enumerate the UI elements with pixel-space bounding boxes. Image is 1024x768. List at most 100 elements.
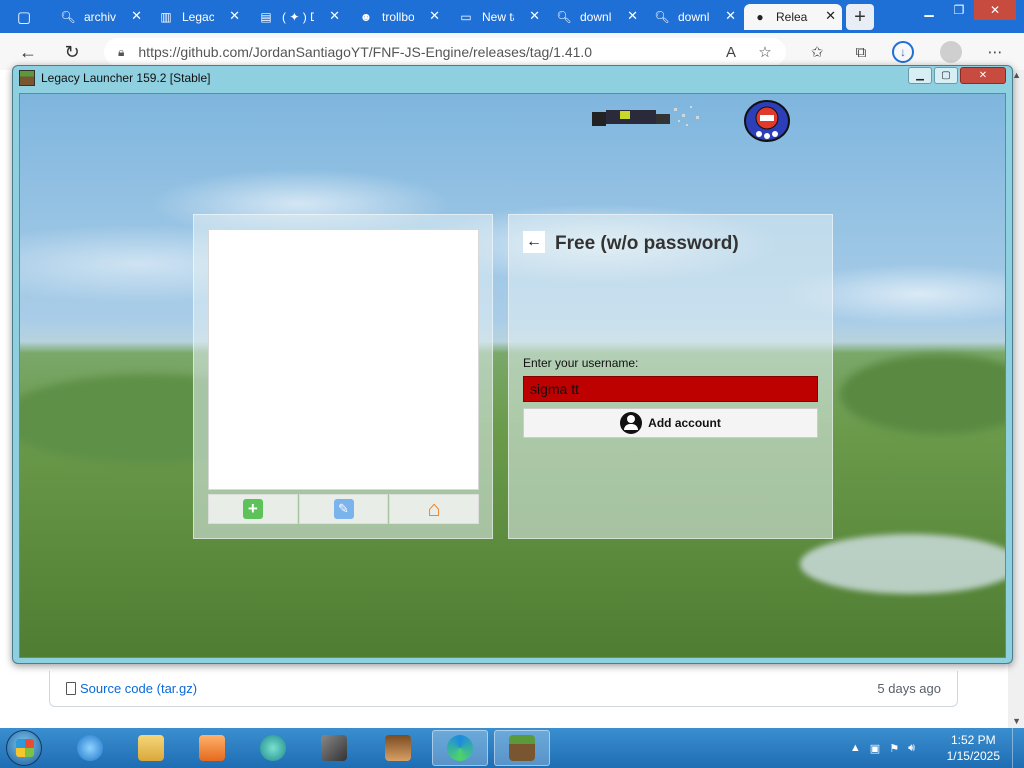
launcher-maximize-button[interactable]: ▢: [934, 67, 958, 84]
taskbar-edge[interactable]: [432, 730, 488, 766]
url-text[interactable]: https://github.com/JordanSantiagoYT/FNF-…: [138, 44, 592, 60]
browser-tab-1[interactable]: 🔍︎ archive ✕: [52, 4, 148, 30]
windows-logo-icon: [16, 739, 34, 757]
windows-taskbar: ▲ ▣ ⚑ 🔊︎ 1:52 PM 1/15/2025: [0, 728, 1024, 768]
clock-time: 1:52 PM: [950, 733, 996, 747]
back-arrow-button[interactable]: ←: [523, 231, 545, 253]
taskbar-character-app[interactable]: [370, 730, 426, 766]
address-bar[interactable]: 🔒︎ https://github.com/JordanSantiagoYT/F…: [104, 38, 786, 66]
tab-title: downl: [580, 10, 612, 24]
clock-date: 1/15/2025: [946, 749, 1000, 763]
tab-title: New ta: [482, 10, 514, 24]
grass-block-icon: [19, 70, 35, 86]
browser-tab-strip: ▢ 🔍︎ archive ✕ ▥ Legacy ✕ ▤ ( ✦ ) D ✕ ☻ …: [0, 0, 1024, 33]
tab-title: Legacy: [182, 10, 214, 24]
launcher-minimize-button[interactable]: ▁: [908, 67, 932, 84]
close-icon[interactable]: ✕: [329, 8, 340, 24]
taskbar-ie[interactable]: [62, 730, 118, 766]
taskbar-app-4[interactable]: [245, 730, 301, 766]
show-hidden-icons[interactable]: ▲: [850, 742, 861, 754]
back-arrow-icon[interactable]: ←: [16, 40, 40, 64]
taskbar-explorer[interactable]: [123, 730, 179, 766]
github-icon: ●: [756, 10, 764, 24]
flag-icon[interactable]: ⚑: [889, 742, 899, 755]
character-app-icon: [385, 735, 411, 761]
browser-tab-5[interactable]: ▭ New ta ✕: [450, 4, 546, 30]
new-tab-button[interactable]: +: [846, 4, 874, 30]
launcher-background: + ✎ ⌂ ← Free (w/o password) Enter your u…: [19, 93, 1006, 658]
edge-browser-icon: [447, 735, 473, 761]
collections-icon[interactable]: ⧉: [850, 41, 872, 63]
read-aloud-icon[interactable]: A: [720, 41, 742, 63]
account-list[interactable]: [208, 229, 479, 490]
search-icon: 🔍︎: [60, 10, 76, 24]
user-avatar-icon: [620, 412, 643, 434]
lock-icon: 🔒︎: [118, 44, 125, 59]
close-icon[interactable]: ✕: [725, 8, 736, 24]
close-icon[interactable]: ✕: [825, 8, 836, 24]
archive-app-icon: [321, 735, 347, 761]
newtab-icon: ▭: [460, 10, 472, 24]
browser-tab-8-active[interactable]: ● Releas ✕: [744, 4, 842, 30]
tab-title: ( ✦ ) D: [282, 10, 314, 24]
sphere-app-icon: [260, 735, 286, 761]
grass-block-icon: [509, 735, 535, 761]
more-menu-icon[interactable]: ⋯: [984, 41, 1006, 63]
close-icon[interactable]: ✕: [627, 8, 638, 24]
browser-tab-2[interactable]: ▥ Legacy ✕: [150, 4, 246, 30]
browser-tab-6[interactable]: 🔍︎ downl ✕: [548, 4, 644, 30]
download-icon[interactable]: ↓: [892, 41, 914, 63]
home-button[interactable]: ⌂: [389, 494, 480, 524]
close-icon[interactable]: ✕: [229, 8, 240, 24]
start-button[interactable]: [6, 730, 42, 766]
add-account-label: Add account: [648, 416, 721, 430]
internet-explorer-icon: [77, 735, 103, 761]
tab-title: archive: [84, 10, 116, 24]
favorites-icon[interactable]: ✩: [806, 41, 828, 63]
tab-actions-icon[interactable]: ▢: [8, 6, 40, 28]
browser-tab-4[interactable]: ☻ trollbo ✕: [350, 4, 446, 30]
asset-ext[interactable]: (tar.gz): [157, 681, 197, 696]
minimize-button[interactable]: ▁: [914, 0, 944, 20]
asset-name[interactable]: Source code: [80, 681, 153, 696]
system-clock[interactable]: 1:52 PM 1/15/2025: [947, 732, 1000, 764]
refresh-icon[interactable]: ↻: [60, 40, 84, 64]
network-icon[interactable]: ▣: [870, 742, 880, 755]
tab-title: downl: [678, 10, 710, 24]
taskbar-winrar[interactable]: [306, 730, 362, 766]
browser-tab-3[interactable]: ▤ ( ✦ ) D ✕: [250, 4, 346, 30]
add-account-button[interactable]: Add account: [523, 408, 818, 438]
library-icon: ▥: [160, 10, 172, 24]
edit-account-button[interactable]: ✎: [298, 494, 389, 524]
tab-title: trollbo: [382, 10, 414, 24]
troll-icon: ☻: [359, 10, 373, 24]
background-river: [800, 534, 1005, 594]
browser-tab-7[interactable]: 🔍︎ downl ✕: [646, 4, 742, 30]
profile-avatar[interactable]: [940, 41, 962, 63]
scroll-up-icon[interactable]: ▲: [1012, 70, 1021, 80]
close-icon[interactable]: ✕: [429, 8, 440, 24]
pencil-icon: ✎: [333, 499, 354, 519]
taskbar-media-player[interactable]: [184, 730, 240, 766]
username-input[interactable]: [523, 376, 818, 402]
close-icon[interactable]: ✕: [529, 8, 540, 24]
asset-link[interactable]: Source code (tar.gz): [66, 681, 197, 696]
plus-icon: +: [242, 499, 263, 519]
favorite-star-icon[interactable]: ☆: [754, 41, 776, 63]
add-account-tool-button[interactable]: +: [208, 494, 298, 524]
show-desktop-button[interactable]: [1012, 728, 1024, 768]
flying-character-sprite: [592, 106, 699, 126]
account-form-panel: ← Free (w/o password) Enter your usernam…: [508, 214, 833, 539]
scroll-down-icon[interactable]: ▼: [1012, 716, 1021, 726]
legacy-launcher-window: Legacy Launcher 159.2 [Stable] ▁ ▢ ✕ + ✎…: [12, 65, 1013, 664]
username-label: Enter your username:: [523, 356, 639, 370]
restore-button[interactable]: ❐: [944, 0, 974, 20]
tab-title: Releas: [776, 10, 808, 24]
volume-icon[interactable]: 🔊︎: [908, 742, 915, 755]
taskbar-legacy-launcher[interactable]: [494, 730, 550, 766]
launcher-titlebar: Legacy Launcher 159.2 [Stable]: [19, 70, 210, 86]
close-window-button[interactable]: ✕: [974, 0, 1016, 20]
launcher-close-button[interactable]: ✕: [960, 67, 1006, 84]
tamagotchi-sprite: [744, 100, 790, 142]
close-icon[interactable]: ✕: [131, 8, 142, 24]
